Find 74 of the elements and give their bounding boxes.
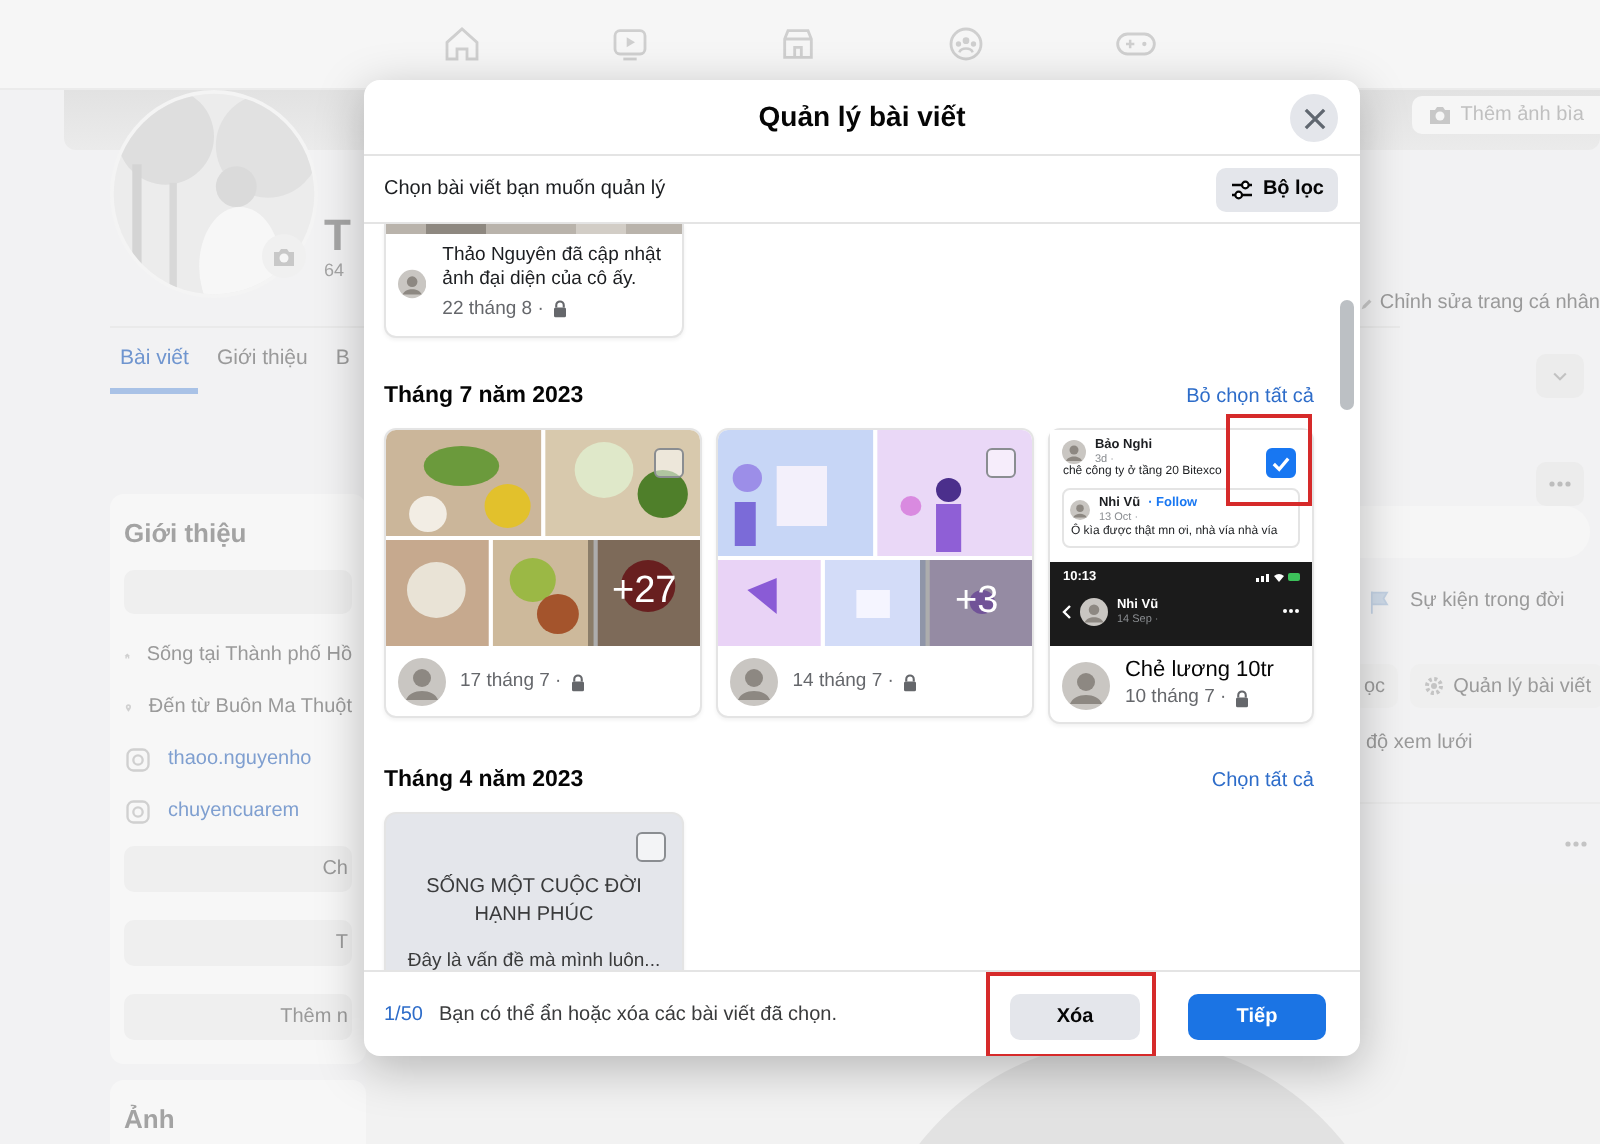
- lock-icon: [1234, 689, 1251, 708]
- more-icon: [1281, 608, 1300, 615]
- close-button[interactable]: [1290, 94, 1338, 142]
- section-title: Ảnh: [124, 1101, 177, 1137]
- select-all-link[interactable]: Bỏ chọn tất cả: [1186, 382, 1314, 412]
- manage-posts-button[interactable]: Quản lý bài viết: [1409, 664, 1600, 708]
- profile-link[interactable]: chuyencuarem: [168, 796, 300, 826]
- more-count[interactable]: +27: [588, 540, 701, 646]
- next-button[interactable]: Tiếp: [1188, 993, 1326, 1039]
- intro-detail: Sống tại Thành phố Hồ: [146, 642, 352, 670]
- profile-tab[interactable]: Bài viết: [110, 328, 199, 394]
- more-button[interactable]: [1536, 462, 1584, 506]
- post-text: Đây là vấn đề mà mình luôn...: [405, 948, 663, 970]
- instagram-icon: [124, 745, 152, 773]
- lock-icon: [551, 300, 568, 319]
- avatar: [1062, 661, 1111, 709]
- avatar: [1080, 597, 1109, 626]
- selected-count: 1/50: [384, 1001, 423, 1029]
- dropdown-button[interactable]: [1536, 354, 1584, 398]
- profile-tab[interactable]: B: [325, 328, 360, 394]
- avatar: [1070, 500, 1091, 521]
- lock-icon: [569, 673, 586, 691]
- gear-icon: [1421, 674, 1446, 698]
- home-icon[interactable]: [442, 24, 482, 64]
- checkbox[interactable]: [654, 448, 685, 478]
- profile-link[interactable]: thaoo.nguyenho: [168, 744, 312, 774]
- sliders-icon: [1230, 179, 1255, 199]
- video-icon[interactable]: [610, 24, 650, 64]
- intro-button[interactable]: Thêm n: [124, 993, 352, 1039]
- life-event-button[interactable]: Sự kiện trong đời: [1410, 586, 1565, 616]
- month-heading: Tháng 7 năm 2023: [384, 381, 584, 412]
- flag-icon: [1366, 587, 1394, 615]
- profile-tab[interactable]: Giới thiệu: [206, 328, 318, 394]
- delete-button[interactable]: Xóa: [1010, 993, 1140, 1039]
- status-icons: [1255, 572, 1300, 583]
- intro-button[interactable]: Ch: [124, 845, 352, 891]
- instagram-icon: [124, 797, 152, 825]
- scrollbar-thumb[interactable]: [1340, 300, 1354, 410]
- post-date: 10 tháng 7 ·: [1124, 683, 1227, 712]
- dialog-title: Quản lý bài viết: [758, 98, 966, 136]
- more-icon: [1548, 480, 1572, 488]
- post-date: 14 tháng 7 ·: [792, 667, 894, 696]
- lock-icon: [901, 673, 918, 691]
- intro-button[interactable]: T: [124, 919, 352, 965]
- select-all-link[interactable]: Chọn tất cả: [1211, 766, 1314, 796]
- checkbox[interactable]: [636, 832, 666, 862]
- checkmark-icon: [1271, 455, 1290, 471]
- more-icon: [1564, 840, 1588, 848]
- profile-name: T: [324, 214, 351, 258]
- camera-icon: [272, 245, 296, 267]
- edit-profile-button[interactable]: Chỉnh sửa trang cá nhân: [1379, 288, 1600, 318]
- checkbox[interactable]: [986, 448, 1017, 478]
- avatar: [730, 658, 779, 706]
- chevron-left-icon: [1062, 603, 1073, 620]
- post-caption: Thảo Nguyên đã cập nhật ảnh đại diện của cô ấy.: [442, 244, 663, 292]
- post-heading: SỐNG MỘT CUỘC ĐỜI HẠNH PHÚC: [424, 874, 644, 930]
- camera-icon: [1428, 104, 1453, 126]
- checkbox[interactable]: [1265, 448, 1296, 478]
- month-heading: Tháng 4 năm 2023: [384, 765, 584, 796]
- friend-count: 64: [324, 258, 347, 284]
- group-icon[interactable]: [946, 24, 986, 64]
- filter-button[interactable]: Bộ lọc: [1216, 167, 1338, 211]
- instruction-text: Chọn bài viết bạn muốn quản lý: [384, 176, 666, 204]
- section-title: Giới thiệu: [124, 516, 249, 552]
- post-date: 17 tháng 7 ·: [460, 667, 562, 696]
- more-count[interactable]: +3: [920, 560, 1033, 646]
- post-caption: Chẻ lương 10tr: [1124, 657, 1274, 684]
- intro-detail: Đến từ Buôn Ma Thuột: [148, 694, 352, 722]
- avatar: [398, 658, 446, 706]
- avatar: [1062, 440, 1087, 465]
- store-icon[interactable]: [778, 24, 818, 64]
- post-date: 22 tháng 8 ·: [442, 295, 544, 324]
- close-icon: [1303, 107, 1325, 129]
- footer-note: Bạn có thể ẩn hoặc xóa các bài viết đã chọn.: [438, 1001, 839, 1029]
